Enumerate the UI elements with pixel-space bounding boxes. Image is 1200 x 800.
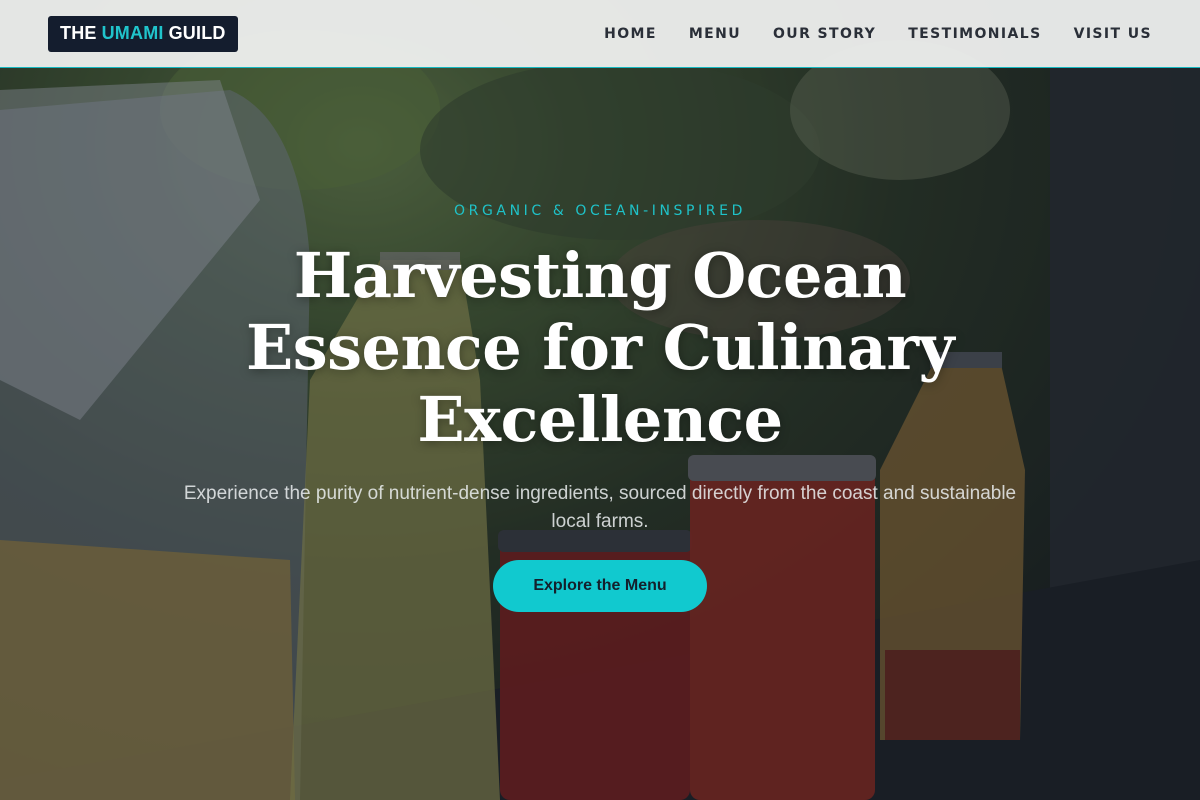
brand-suffix: GUILD xyxy=(168,23,226,43)
nav-item-visit-us[interactable]: VISIT US xyxy=(1074,26,1152,42)
nav-item-testimonials[interactable]: TESTIMONIALS xyxy=(908,26,1041,42)
nav-item-menu[interactable]: MENU xyxy=(689,26,741,42)
brand-prefix: THE xyxy=(60,23,97,43)
hero-subtext: Experience the purity of nutrient-dense … xyxy=(183,483,1017,532)
brand-accent: UMAMI xyxy=(101,23,164,43)
explore-menu-button[interactable]: Explore the Menu xyxy=(493,560,707,612)
nav-links: HOME MENU OUR STORY TESTIMONIALS VISIT U… xyxy=(572,26,1152,42)
nav-item-home[interactable]: HOME xyxy=(604,26,657,42)
hero-headline: Harvesting Ocean Essence for Culinary Ex… xyxy=(245,239,955,456)
top-navbar: THE UMAMI GUILD HOME MENU OUR STORY TEST… xyxy=(0,0,1200,68)
hero-eyebrow: ORGANIC & OCEAN-INSPIRED xyxy=(454,203,746,219)
nav-item-our-story[interactable]: OUR STORY xyxy=(773,26,876,42)
brand-logo[interactable]: THE UMAMI GUILD xyxy=(48,15,238,52)
